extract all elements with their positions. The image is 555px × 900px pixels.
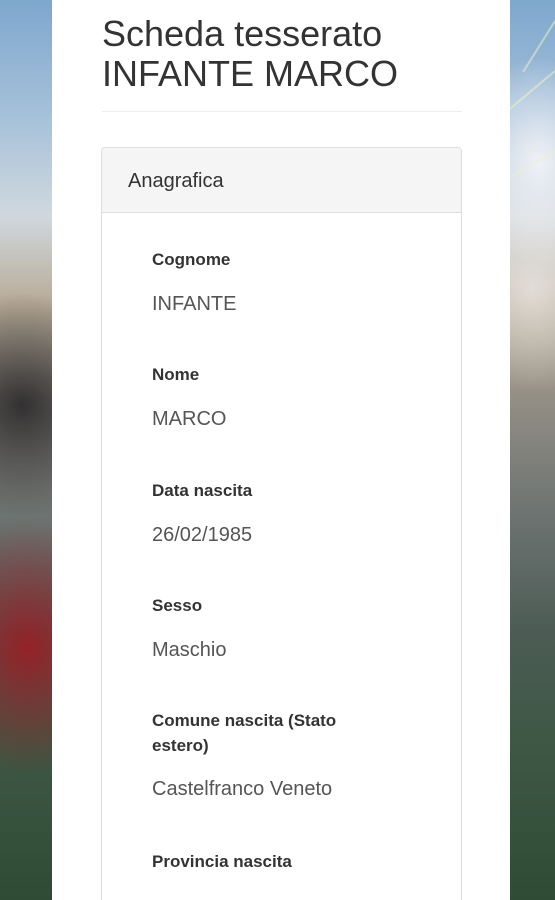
page-header: Scheda tesserato INFANTE MARCO [102, 14, 462, 112]
paraglider-line [502, 150, 555, 182]
field-label: Cognome [152, 250, 231, 269]
field-label: Sesso [152, 596, 203, 615]
page-title-line2: INFANTE MARCO [102, 53, 399, 94]
field-nome: Nome MARCO [152, 362, 392, 432]
anagrafica-panel: Anagrafica Cognome INFANTE Nome MARCO Da… [101, 147, 462, 900]
field-provincia-nascita: Provincia nascita [152, 849, 392, 893]
field-label: Provincia nascita [152, 852, 292, 871]
paraglider-line [508, 70, 555, 111]
field-value: Maschio [152, 639, 227, 661]
field-label: Data nascita [152, 481, 253, 500]
panel-heading: Anagrafica [102, 148, 461, 213]
field-sesso: Sesso Maschio [152, 593, 392, 663]
field-label: Nome [152, 365, 200, 384]
page-title: Scheda tesserato INFANTE MARCO [102, 14, 462, 94]
page-title-line1: Scheda tesserato [102, 13, 383, 54]
field-comune-nascita: Comune nascita (Stato estero) Castelfran… [152, 708, 387, 802]
field-value: Castelfranco Veneto [152, 778, 333, 800]
field-data-nascita: Data nascita 26/02/1985 [152, 478, 392, 548]
content-column: Scheda tesserato INFANTE MARCO Anagrafic… [52, 0, 510, 900]
field-label: Comune nascita (Stato estero) [152, 711, 337, 755]
field-cognome: Cognome INFANTE [152, 247, 392, 317]
field-value: MARCO [152, 408, 227, 430]
field-value: INFANTE [152, 293, 237, 315]
paraglider-line [522, 20, 555, 73]
field-value: 26/02/1985 [152, 524, 253, 546]
